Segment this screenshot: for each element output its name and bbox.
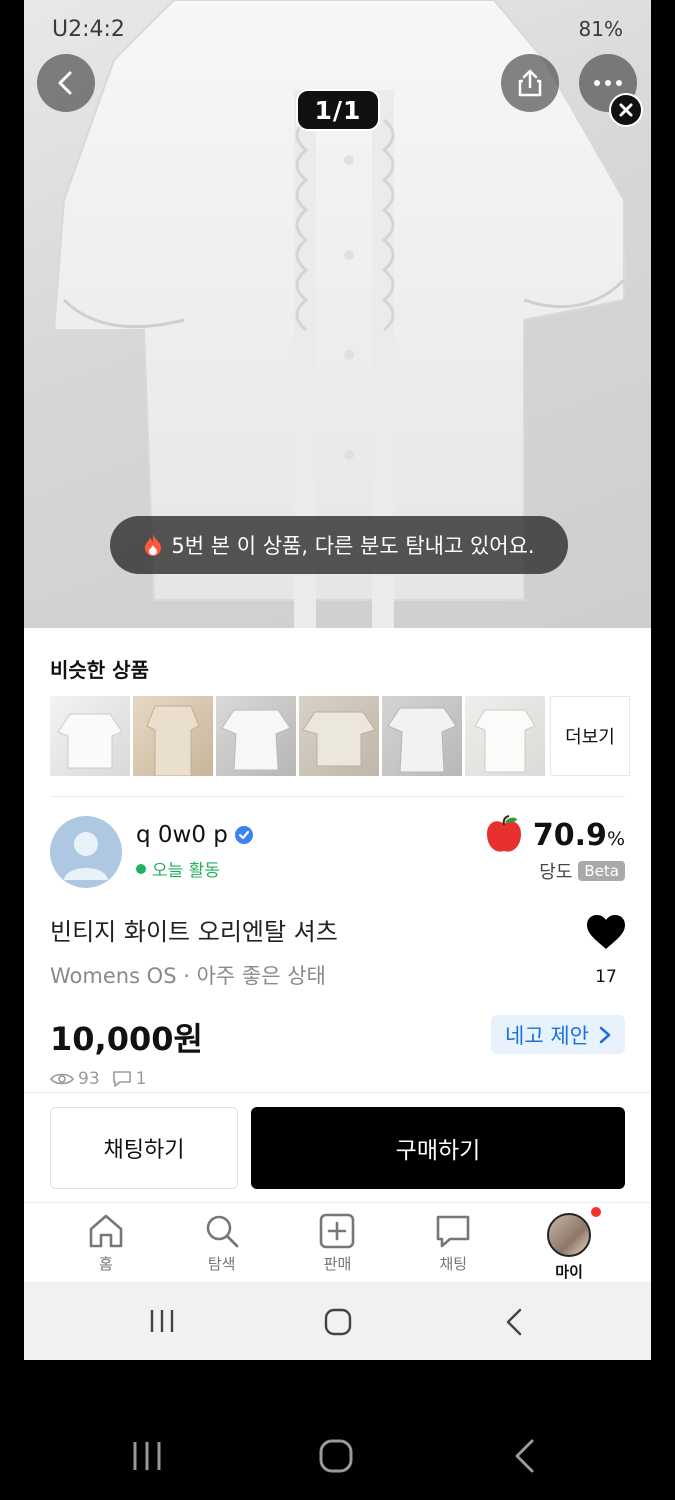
- product-subtitle: Womens OS · 아주 좋은 상태: [50, 964, 326, 988]
- tab-label: 홈: [98, 1255, 113, 1273]
- share-icon: [518, 69, 542, 97]
- similar-more-button[interactable]: 더보기: [550, 696, 630, 776]
- recent-apps-icon[interactable]: [148, 1308, 176, 1334]
- buy-button[interactable]: 구매하기: [251, 1107, 625, 1189]
- rating-unit: %: [606, 827, 625, 850]
- product-title: 빈티지 화이트 오리엔탈 셔츠: [50, 918, 338, 946]
- back-nav-icon[interactable]: [512, 1438, 536, 1474]
- seller-name-text: q 0w0 p: [136, 822, 228, 848]
- thumb-image: [302, 711, 376, 767]
- thumb-image: [57, 713, 123, 769]
- comment-icon: [112, 1071, 131, 1087]
- toast-text: 5번 본 이 상품, 다른 분도 탐내고 있어요.: [171, 534, 535, 558]
- app-screen: U2:4:2 81% 1/1 5번 본 이 상품, 다른 분도 탐내고 있어요.…: [24, 0, 651, 1360]
- seller-activity-status: 오늘 활동: [136, 856, 220, 881]
- home-button-icon[interactable]: [324, 1308, 352, 1336]
- price-offer-button[interactable]: 네고 제안: [491, 1015, 625, 1054]
- chevron-right-icon: [599, 1026, 611, 1043]
- chat-button[interactable]: 채팅하기: [50, 1107, 238, 1189]
- similar-product-thumb[interactable]: [465, 696, 545, 776]
- view-count: 93: [78, 1069, 100, 1089]
- apple-icon: [486, 815, 521, 852]
- product-price: 10,000원: [50, 1020, 203, 1058]
- similar-products-list: 더보기: [50, 696, 630, 776]
- seller-rating[interactable]: 70.9%: [483, 814, 625, 856]
- tab-search[interactable]: 탐색: [182, 1203, 262, 1282]
- tab-label: 채팅: [439, 1255, 468, 1273]
- thumb-image: [221, 709, 291, 771]
- rating-value: 70.9: [532, 817, 607, 853]
- search-icon: [206, 1215, 239, 1248]
- fire-icon: [145, 534, 162, 556]
- home-button-icon[interactable]: [318, 1438, 354, 1474]
- divider: [50, 796, 625, 797]
- back-button[interactable]: [37, 54, 95, 112]
- like-button[interactable]: [584, 914, 628, 954]
- plus-square-icon: [320, 1213, 355, 1249]
- tab-my[interactable]: 마이: [529, 1203, 609, 1282]
- chat-icon: [436, 1215, 470, 1248]
- similar-product-thumb[interactable]: [50, 696, 130, 776]
- similar-product-thumb[interactable]: [216, 696, 296, 776]
- thumb-image: [474, 709, 536, 773]
- close-icon: [619, 103, 633, 117]
- comment-count: 1: [135, 1069, 147, 1089]
- offer-label: 네고 제안: [505, 1023, 589, 1048]
- heart-icon: [587, 915, 625, 949]
- thumb-image: [387, 707, 457, 773]
- action-bar: 채팅하기 구매하기: [24, 1092, 651, 1202]
- product-stats: 93 1: [50, 1069, 146, 1089]
- product-photo[interactable]: U2:4:2 81% 1/1 5번 본 이 상품, 다른 분도 탐내고 있어요.: [24, 0, 651, 628]
- seller-status-text: 오늘 활동: [152, 861, 220, 881]
- rating-label: 당도 Beta: [539, 858, 625, 884]
- bottom-tab-bar: 홈 탐색 판매 채팅 마이: [24, 1202, 651, 1282]
- tab-label: 마이: [555, 1263, 583, 1281]
- beta-badge: Beta: [578, 861, 625, 881]
- avatar-icon: [547, 1207, 602, 1257]
- recent-apps-icon[interactable]: [130, 1440, 164, 1472]
- similar-product-thumb[interactable]: [382, 696, 462, 776]
- status-time: U2:4:2: [52, 16, 125, 42]
- share-button[interactable]: [501, 54, 559, 112]
- seller-name[interactable]: q 0w0 p: [136, 822, 254, 848]
- status-battery: 81%: [578, 17, 623, 41]
- tab-label: 판매: [323, 1255, 352, 1273]
- more-dots-icon: [594, 80, 622, 86]
- tab-chat[interactable]: 채팅: [413, 1203, 493, 1282]
- eye-icon: [50, 1073, 74, 1085]
- tab-home[interactable]: 홈: [66, 1203, 146, 1282]
- similar-product-thumb[interactable]: [299, 696, 379, 776]
- seller-avatar[interactable]: [50, 816, 122, 888]
- default-avatar-icon: [64, 832, 108, 880]
- tab-sell[interactable]: 판매: [297, 1203, 377, 1282]
- close-overlay-button[interactable]: [609, 93, 643, 127]
- chevron-left-icon: [58, 71, 72, 95]
- like-count: 17: [595, 967, 617, 987]
- notification-dot: [591, 1207, 602, 1217]
- verified-badge-icon: [234, 826, 253, 844]
- app-navigation-bar: [24, 1282, 651, 1360]
- image-counter: 1/1: [296, 89, 380, 131]
- home-icon: [89, 1214, 123, 1248]
- tab-label: 탐색: [207, 1255, 236, 1273]
- back-nav-icon[interactable]: [504, 1308, 524, 1336]
- thumb-image: [146, 705, 200, 776]
- status-bar: U2:4:2 81%: [52, 14, 623, 44]
- rating-label-text: 당도: [539, 862, 573, 883]
- interest-toast: 5번 본 이 상품, 다른 분도 탐내고 있어요.: [110, 516, 568, 574]
- system-navigation-bar: [0, 1414, 675, 1500]
- similar-product-thumb[interactable]: [133, 696, 213, 776]
- active-dot-icon: [136, 863, 146, 874]
- similar-products-title: 비슷한 상품: [50, 658, 149, 682]
